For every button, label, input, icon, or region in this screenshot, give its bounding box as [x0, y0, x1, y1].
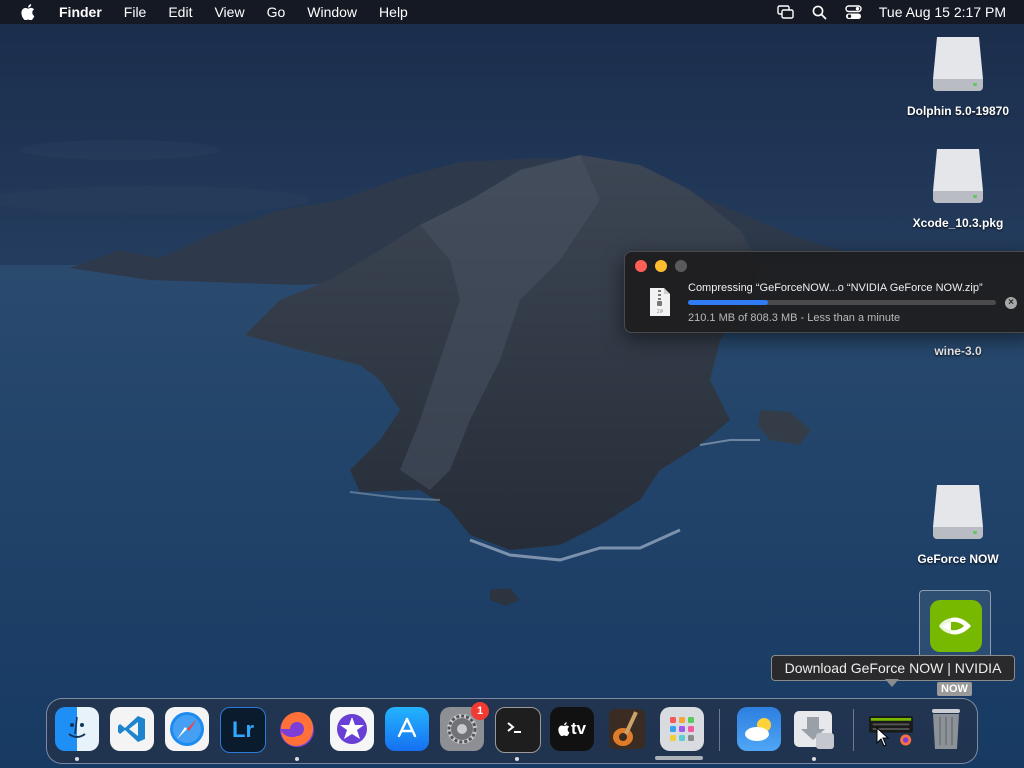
- running-indicator: [515, 757, 519, 761]
- dock: Lr 1 tv: [46, 698, 978, 764]
- control-center-icon[interactable]: [845, 3, 863, 21]
- menu-help[interactable]: Help: [368, 0, 419, 24]
- screen-mirroring-icon[interactable]: [777, 3, 795, 21]
- apple-logo-icon: [558, 722, 570, 736]
- dock-tooltip: Download GeForce NOW | NVIDIA: [771, 655, 1015, 681]
- app-menu-finder[interactable]: Finder: [48, 0, 113, 24]
- desktop-icon-wine[interactable]: wine-3.0: [903, 340, 1013, 358]
- close-window-button[interactable]: [635, 260, 647, 272]
- menu-window[interactable]: Window: [296, 0, 368, 24]
- compress-status: 210.1 MB of 808.3 MB - Less than a minut…: [688, 312, 901, 324]
- desktop-icon-xcode[interactable]: Xcode_10.3.pkg: [903, 147, 1013, 230]
- desktop-icon-dolphin[interactable]: Dolphin 5.0-19870: [903, 35, 1013, 118]
- dock-trash-icon[interactable]: [924, 707, 968, 751]
- dock-app-store-icon[interactable]: [385, 707, 429, 751]
- desktop-icon-label: wine-3.0: [934, 344, 982, 358]
- desktop-icon-geforce-now-app[interactable]: [919, 590, 991, 664]
- dock-separator: [719, 709, 720, 751]
- dock-safari-icon[interactable]: [165, 707, 209, 751]
- dock-firefox-icon[interactable]: [275, 707, 319, 751]
- desktop-icon-geforce-now-disk[interactable]: GeForce NOW: [903, 483, 1013, 566]
- dock-downloads-stack-icon[interactable]: [792, 707, 836, 751]
- disk-image-icon: [933, 149, 983, 203]
- menu-go[interactable]: Go: [256, 0, 297, 24]
- running-indicator: [295, 757, 299, 761]
- dock-terminal-icon[interactable]: [495, 707, 541, 753]
- svg-text:ZIP: ZIP: [657, 309, 664, 314]
- dock-vscode-icon[interactable]: [110, 707, 154, 751]
- nvidia-geforce-now-icon: [930, 600, 982, 652]
- mouse-cursor-icon: [876, 727, 890, 747]
- compress-progress-window: ZIP Compressing “GeForceNOW...o “NVIDIA …: [624, 251, 1024, 333]
- apple-menu-icon[interactable]: [18, 2, 38, 22]
- compress-progress-fill: [688, 300, 769, 305]
- dock-garageband-icon[interactable]: [605, 707, 649, 751]
- running-indicator: [75, 757, 79, 761]
- disk-image-icon: [933, 37, 983, 91]
- dock-apple-tv-icon[interactable]: tv: [550, 707, 594, 751]
- menu-edit[interactable]: Edit: [157, 0, 203, 24]
- dock-stack-indicator: [655, 756, 703, 760]
- window-controls: [635, 260, 687, 272]
- desktop-icon-label: Dolphin 5.0-19870: [906, 104, 1010, 118]
- menu-bar: Finder File Edit View Go Window Help Tue…: [0, 0, 1024, 24]
- zip-file-icon: ZIP: [650, 288, 670, 316]
- menu-view[interactable]: View: [203, 0, 255, 24]
- running-indicator: [812, 757, 816, 761]
- now-badge: NOW: [937, 682, 972, 696]
- minimize-window-button[interactable]: [655, 260, 667, 272]
- compress-progress-bar: [688, 300, 996, 305]
- spotlight-search-icon[interactable]: [811, 3, 829, 21]
- dock-weather-icon[interactable]: [737, 707, 781, 751]
- tooltip-pointer: [885, 679, 899, 687]
- menu-file[interactable]: File: [113, 0, 158, 24]
- menubar-clock[interactable]: Tue Aug 15 2:17 PM: [879, 4, 1006, 20]
- desktop-icon-label: Xcode_10.3.pkg: [912, 216, 1004, 230]
- dock-finder-icon[interactable]: [55, 707, 99, 751]
- dock-imovie-icon[interactable]: [330, 707, 374, 751]
- notification-badge: 1: [471, 702, 489, 720]
- desktop-icon-label: GeForce NOW: [917, 552, 999, 566]
- dock-lightroom-icon[interactable]: Lr: [220, 707, 266, 753]
- compress-title: Compressing “GeForceNOW...o “NVIDIA GeFo…: [688, 282, 983, 294]
- dock-separator: [853, 709, 854, 751]
- lightroom-label: Lr: [232, 717, 254, 742]
- stop-compress-icon[interactable]: ×: [1005, 297, 1017, 309]
- apple-tv-label: tv: [570, 719, 587, 738]
- disk-image-icon: [933, 485, 983, 539]
- zoom-window-button: [675, 260, 687, 272]
- dock-launchpad-icon[interactable]: [660, 707, 704, 751]
- desktop-wallpaper: [0, 0, 1024, 768]
